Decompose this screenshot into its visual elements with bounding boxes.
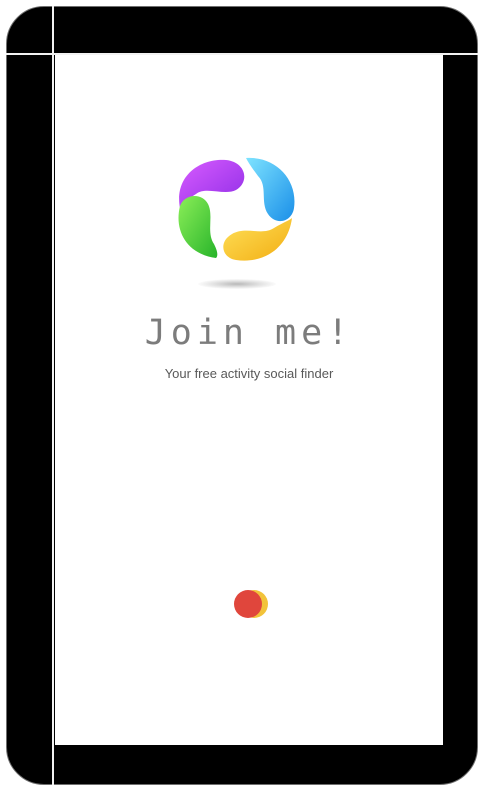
app-title: Join me! bbox=[144, 313, 354, 353]
loading-spinner-icon bbox=[234, 590, 268, 618]
app-tagline: Your free activity social finder bbox=[164, 366, 334, 381]
logo-shadow bbox=[198, 279, 276, 289]
pinwheel-logo-icon bbox=[178, 157, 295, 261]
layout-guide-vertical bbox=[52, 6, 54, 785]
